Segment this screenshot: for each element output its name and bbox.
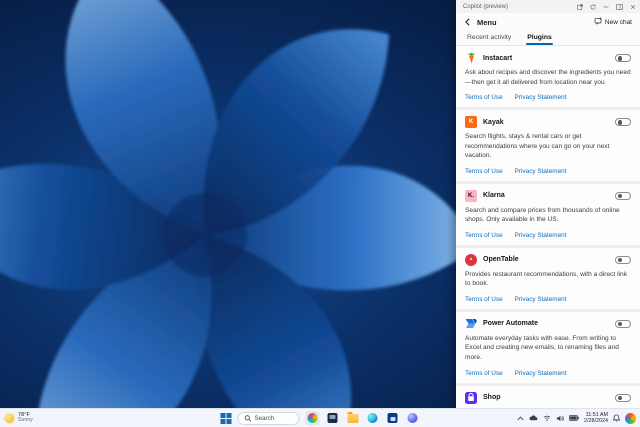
plugin-description: Automate everyday tasks with ease. From … (465, 334, 619, 362)
taskbar-clock[interactable]: 11:51 AM 2/28/2024 (584, 412, 608, 425)
toggle-knob (617, 56, 622, 61)
toggle-knob (617, 193, 622, 199)
file-explorer-icon[interactable] (346, 411, 360, 425)
pinned-app-icon[interactable] (406, 411, 420, 425)
edge-browser-icon[interactable] (366, 411, 380, 425)
notification-bell-icon[interactable] (613, 414, 620, 422)
wifi-icon[interactable] (543, 415, 551, 421)
taskbar-center: Search (220, 409, 420, 427)
plugin-toggle[interactable] (615, 54, 631, 62)
plugin-item: Shop Search for millions of products fro… (456, 385, 640, 408)
search-label: Search (254, 414, 275, 422)
plugin-item: Power Automate Automate everyday tasks w… (456, 311, 640, 386)
active-app-icon[interactable] (305, 411, 320, 425)
back-button[interactable] (464, 18, 471, 26)
toggle-knob (617, 120, 622, 125)
plugin-toggle[interactable] (615, 191, 631, 200)
refresh-icon[interactable] (590, 4, 596, 10)
plugin-description: Ask about recipes and discover the ingre… (465, 69, 631, 86)
shop-icon (465, 391, 477, 404)
microsoft-store-icon[interactable] (386, 411, 400, 425)
onedrive-cloud-icon[interactable] (529, 415, 538, 421)
tab-plugins[interactable]: Plugins (526, 31, 553, 45)
plugin-description: Search flights, stays & rental cars or g… (465, 133, 610, 160)
minimize-icon[interactable] (603, 4, 609, 10)
plugin-name: Shop (483, 394, 501, 402)
terms-of-use-link[interactable]: Terms of Use (465, 232, 503, 239)
close-icon[interactable] (630, 4, 636, 10)
plugin-list: Instacart Ask about recipes and discover… (456, 46, 640, 408)
klarna-icon: K. (465, 189, 477, 202)
taskbar: 78°F Sunny Search 11:51 AM 2/28/2024 (0, 408, 640, 427)
search-icon (244, 409, 252, 427)
terms-of-use-link[interactable]: Terms of Use (465, 94, 503, 101)
copilot-menu-row: Menu New chat (456, 13, 640, 31)
plugin-description: Provides restaurant recommendations, wit… (465, 270, 627, 288)
new-chat-label: New chat (604, 18, 632, 26)
plugin-toggle[interactable] (615, 393, 631, 402)
hidden-icons-chevron-icon[interactable] (517, 416, 524, 421)
dock-panel-icon[interactable] (616, 3, 623, 10)
battery-icon[interactable] (569, 415, 579, 421)
new-chat-button[interactable]: New chat (594, 17, 632, 27)
plugin-name: Instacart (483, 54, 513, 62)
power-automate-icon (465, 318, 477, 330)
plugin-item: Instacart Ask about recipes and discover… (456, 46, 640, 111)
tab-recent-activity[interactable]: Recent activity (466, 31, 512, 45)
kayak-icon: K (465, 116, 477, 129)
system-tray: 11:51 AM 2/28/2024 (517, 409, 636, 427)
toggle-knob (617, 321, 622, 327)
copilot-titlebar: Copilot (preview) (456, 0, 640, 13)
copilot-tray-icon[interactable] (625, 412, 636, 424)
plugin-item: • OpenTable Provides restaurant recommen… (456, 247, 640, 312)
clock-date: 2/28/2024 (584, 418, 608, 424)
privacy-statement-link[interactable]: Privacy Statement (515, 232, 567, 239)
volume-icon[interactable] (556, 415, 564, 422)
plugin-name: Klarna (483, 192, 505, 200)
start-button-icon[interactable] (220, 412, 232, 424)
task-view-icon[interactable] (326, 411, 340, 425)
plugin-toggle[interactable] (615, 255, 631, 264)
terms-of-use-link[interactable]: Terms of Use (465, 296, 503, 303)
plugin-toggle[interactable] (615, 118, 631, 127)
copilot-title: Copilot (preview) (463, 3, 509, 10)
terms-of-use-link[interactable]: Terms of Use (465, 370, 503, 377)
plugin-name: OpenTable (483, 256, 519, 264)
toggle-knob (617, 257, 622, 263)
privacy-statement-link[interactable]: Privacy Statement (515, 370, 567, 377)
terms-of-use-link[interactable]: Terms of Use (465, 168, 503, 175)
plugin-description: Search and compare prices from thousands… (465, 206, 620, 224)
weather-condition: Sunny (18, 417, 33, 424)
new-chat-icon (594, 17, 602, 27)
plugin-item: K Kayak Search flights, stays & rental c… (456, 110, 640, 184)
privacy-statement-link[interactable]: Privacy Statement (515, 94, 567, 101)
toggle-knob (617, 395, 622, 401)
sun-icon (5, 413, 14, 423)
privacy-statement-link[interactable]: Privacy Statement (515, 168, 567, 175)
copilot-tabs: Recent activity Plugins (456, 31, 640, 46)
plugin-name: Kayak (483, 118, 504, 126)
plugin-toggle[interactable] (615, 319, 631, 328)
plugin-item: K. Klarna Search and compare prices from… (456, 183, 640, 248)
copilot-panel: Copilot (preview) Menu New chat Recent a… (456, 0, 640, 408)
menu-heading: Menu (477, 17, 497, 27)
plugin-name: Power Automate (483, 320, 538, 328)
copilot-app-icon (307, 413, 318, 423)
open-in-new-window-icon[interactable] (577, 3, 583, 10)
opentable-icon: • (465, 253, 477, 266)
weather-widget[interactable]: 78°F Sunny (5, 409, 33, 427)
privacy-statement-link[interactable]: Privacy Statement (515, 296, 567, 303)
search-box[interactable]: Search (237, 409, 300, 427)
instacart-icon (465, 52, 477, 64)
